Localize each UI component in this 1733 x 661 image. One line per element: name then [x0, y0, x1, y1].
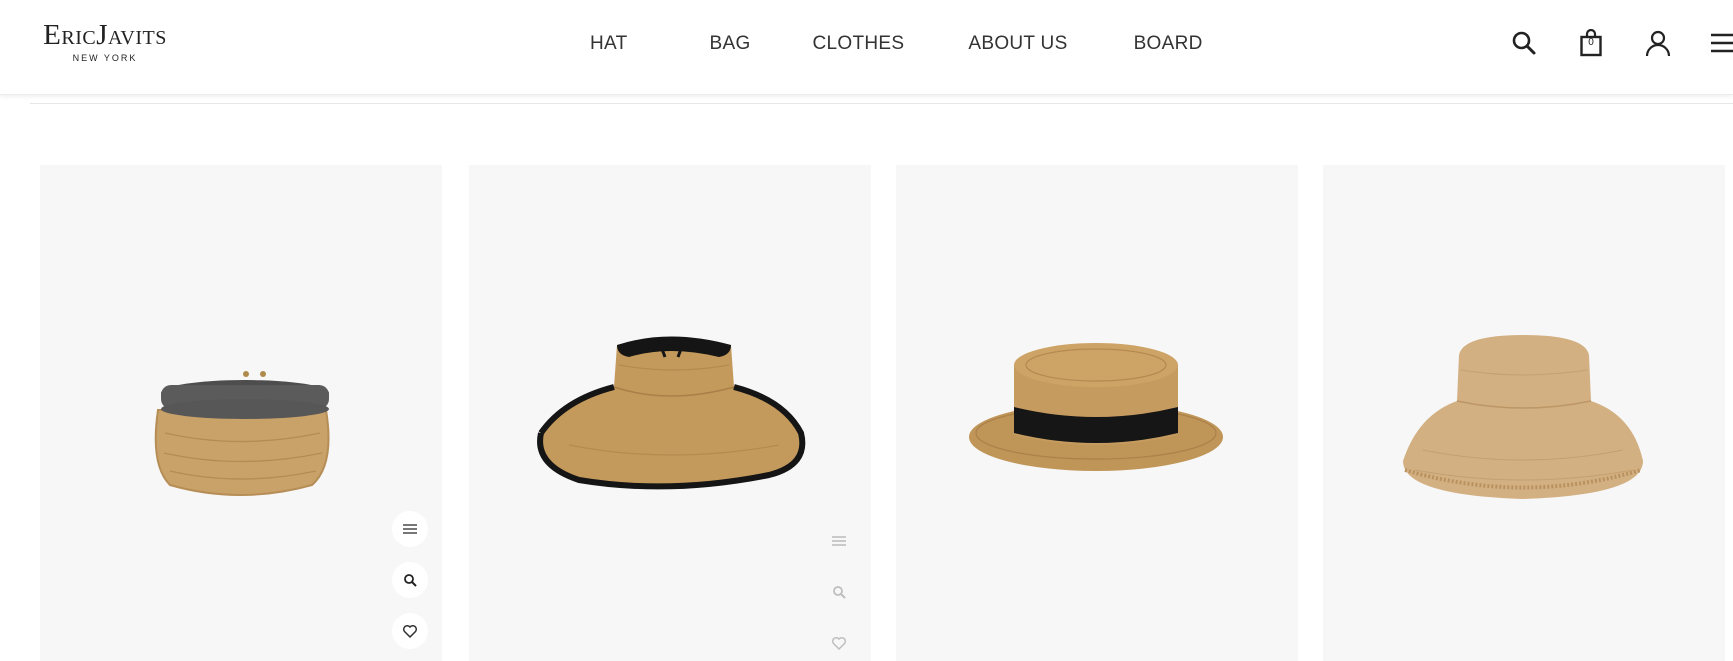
menu-icon[interactable]	[821, 523, 857, 559]
brand-logo[interactable]: EricJavits NEW YORK	[30, 20, 180, 63]
menu-icon[interactable]	[1707, 28, 1733, 58]
nav-item-clothes[interactable]: CLOTHES	[813, 33, 905, 55]
nav-item-hat[interactable]: HAT	[590, 33, 628, 55]
product-image-boater	[969, 343, 1223, 471]
product-card[interactable]	[40, 165, 442, 661]
cart-count: 0	[1588, 37, 1594, 48]
nav-item-about-us[interactable]: ABOUT US	[968, 33, 1067, 55]
shopping-bag-icon[interactable]: 0	[1576, 28, 1606, 58]
user-icon[interactable]	[1643, 28, 1673, 58]
heart-icon[interactable]	[821, 625, 857, 661]
heart-icon[interactable]	[392, 613, 428, 649]
header-divider	[30, 103, 1733, 104]
product-actions	[392, 511, 428, 661]
product-actions	[821, 523, 857, 661]
product-card[interactable]	[469, 165, 871, 661]
product-image-wide-visor	[537, 336, 806, 490]
zoom-icon[interactable]	[821, 574, 857, 610]
product-card[interactable]	[896, 165, 1298, 661]
brand-name: EricJavits	[43, 19, 167, 51]
brand-subtitle: NEW YORK	[72, 53, 138, 63]
product-image-bucket-hat	[1403, 335, 1643, 499]
product-image-visor	[154, 371, 330, 496]
search-icon[interactable]	[1509, 28, 1539, 58]
zoom-icon[interactable]	[392, 562, 428, 598]
nav-item-board[interactable]: BOARD	[1134, 33, 1203, 55]
site-header: EricJavits NEW YORK HAT BAG CLOTHES ABOU…	[0, 0, 1733, 95]
product-grid	[40, 165, 1733, 661]
main-nav: HAT BAG CLOTHES ABOUT US BOARD	[560, 33, 1203, 55]
nav-item-bag[interactable]: BAG	[710, 33, 751, 55]
menu-icon[interactable]	[392, 511, 428, 547]
product-card[interactable]	[1323, 165, 1725, 661]
